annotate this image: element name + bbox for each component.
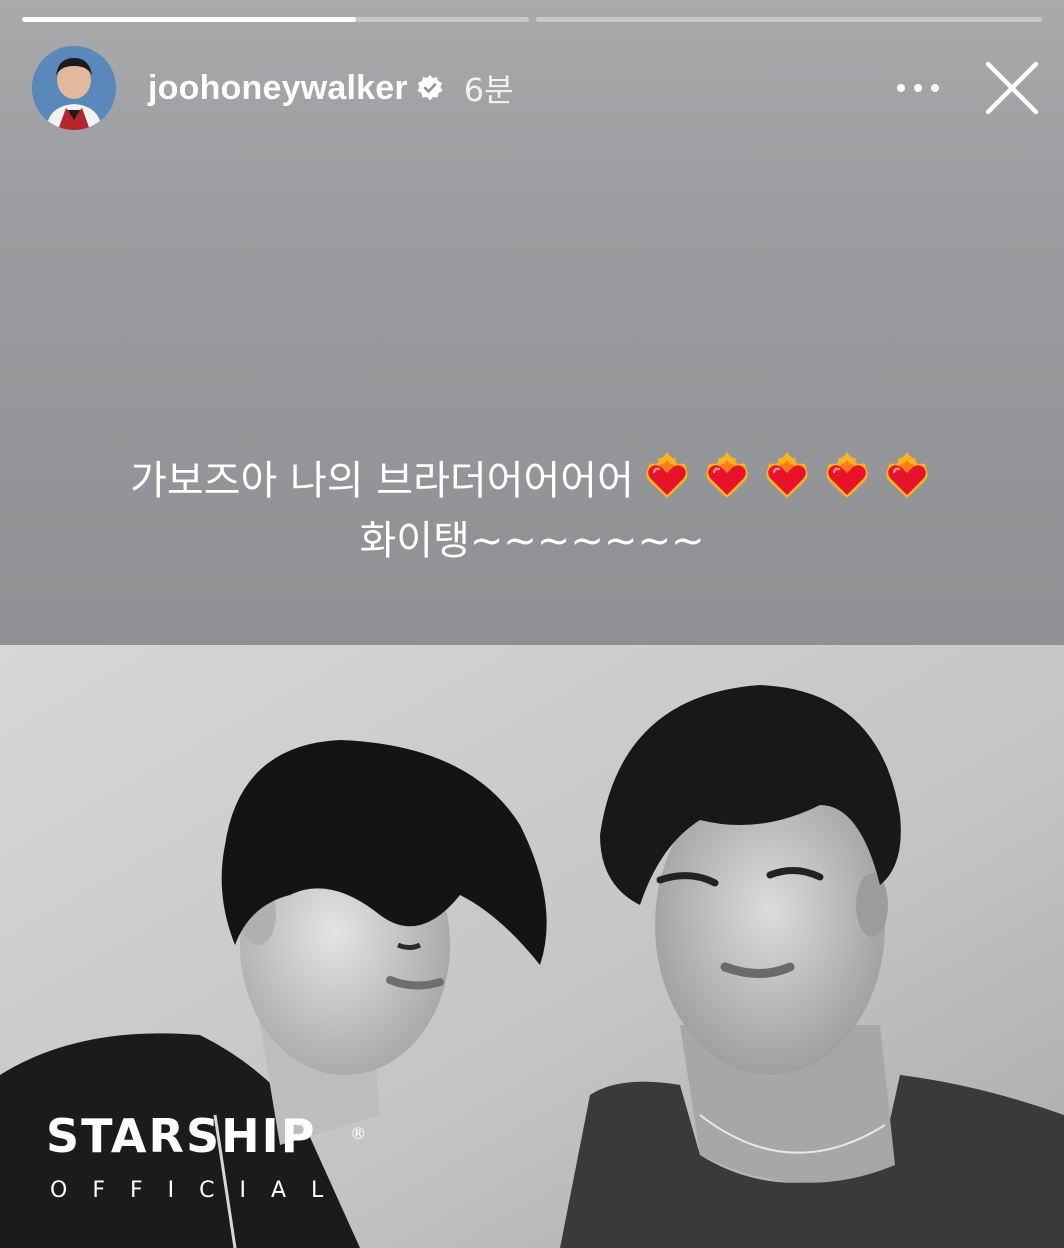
- story-header: joohoneywalker 6분: [32, 44, 1042, 132]
- logo-registered: ®: [350, 1124, 369, 1143]
- logo-wordmark: STARSHIP ®: [46, 1108, 366, 1164]
- heart-on-fire-emoji-icon: [760, 448, 814, 502]
- logo-subtitle: OFFICIAL: [50, 1178, 349, 1203]
- more-options-button[interactable]: [888, 68, 948, 108]
- avatar-image: [32, 46, 116, 130]
- verified-badge-icon: [416, 74, 444, 102]
- story-progress-bar: [22, 17, 1042, 22]
- heart-on-fire-emoji-icon: [820, 448, 874, 502]
- heart-on-fire-emoji-icon: [880, 448, 934, 502]
- logo-word: STARSHIP: [46, 1109, 317, 1163]
- caption-line-2: 화이탱~~~~~~~: [359, 518, 705, 564]
- heart-on-fire-emoji-icon: [700, 448, 754, 502]
- post-timestamp: 6분: [463, 71, 514, 109]
- avatar[interactable]: [32, 46, 116, 130]
- progress-segment: [535, 17, 1042, 22]
- heart-on-fire-emoji-icon: [640, 448, 694, 502]
- close-icon: [985, 61, 1039, 115]
- username[interactable]: joohoneywalker: [148, 69, 408, 108]
- caption-line-1: 가보즈아 나의 브라더어어어어: [130, 458, 634, 504]
- close-button[interactable]: [982, 58, 1042, 118]
- progress-fill: [22, 17, 357, 22]
- starship-official-logo: STARSHIP ® OFFICIAL: [46, 1108, 366, 1203]
- progress-segment: [22, 17, 529, 22]
- more-horizontal-icon: [897, 84, 939, 92]
- story-caption: 가보즈아 나의 브라더어어어어 화이탱~~~~~~~: [0, 448, 1064, 571]
- caption-line-1-wrapper: 가보즈아 나의 브라더어어어어: [0, 448, 1064, 511]
- heart-on-fire-emoji-group: [640, 448, 934, 502]
- story-viewer[interactable]: joohoneywalker 6분 가보즈아 나의 브라더어어어어 화이탱~~~…: [0, 0, 1064, 1248]
